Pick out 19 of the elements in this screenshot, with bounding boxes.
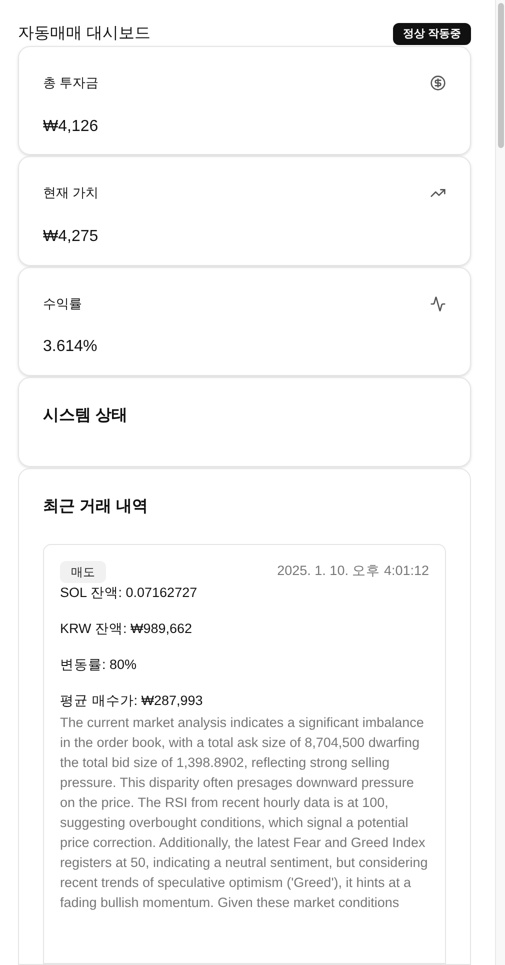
stat-label: 현재 가치 bbox=[43, 184, 99, 202]
trade-detail: 평균 매수가: ₩287,993 bbox=[60, 692, 204, 710]
stat-value: ₩4,275 bbox=[43, 226, 100, 247]
card-title: 시스템 상태 bbox=[43, 407, 128, 424]
status-badge: 정상 작동중 bbox=[392, 22, 471, 46]
card-title: 최근 거래 내역 bbox=[43, 497, 149, 517]
trade-timestamp: 2025. 1. 10. 오후 4:01:12 bbox=[277, 562, 429, 580]
trade-reason: The current market analysis indicates a significant imbalance in the order book, with a total ask size of 8,704,500 dwarfing the total bid size of 1,398.8902, reflecting strong selling pressure. This disparity often presages downward pressure on the price. The RSI from recent hourly data is at 100, suggesting overbought conditions, which signal a potential price correction. Additionally, the latest Fear and Greed Index registers at 50, indicating a neutral sentiment, but considering recent trends of speculative optimism ('Greed'), it hints at a fading bullish momentum. Given these market conditions bbox=[60, 714, 429, 912]
trade-detail: SOL 잔액: 0.07162727 bbox=[60, 584, 198, 602]
stat-value: 3.614% bbox=[43, 337, 98, 358]
page-title: 자동매매 대시보드 bbox=[18, 24, 150, 44]
trade-detail: KRW 잔액: ₩989,662 bbox=[60, 620, 194, 638]
dollar-icon bbox=[430, 74, 446, 91]
stat-label: 총 투자금 bbox=[43, 74, 99, 92]
stat-label: 수익률 bbox=[43, 294, 82, 313]
trade-type-badge: 매도 bbox=[60, 561, 106, 583]
pulse-icon bbox=[430, 296, 446, 312]
stat-value: ₩4,126 bbox=[43, 116, 100, 136]
trade-detail: 변동률: 80% bbox=[60, 656, 138, 674]
